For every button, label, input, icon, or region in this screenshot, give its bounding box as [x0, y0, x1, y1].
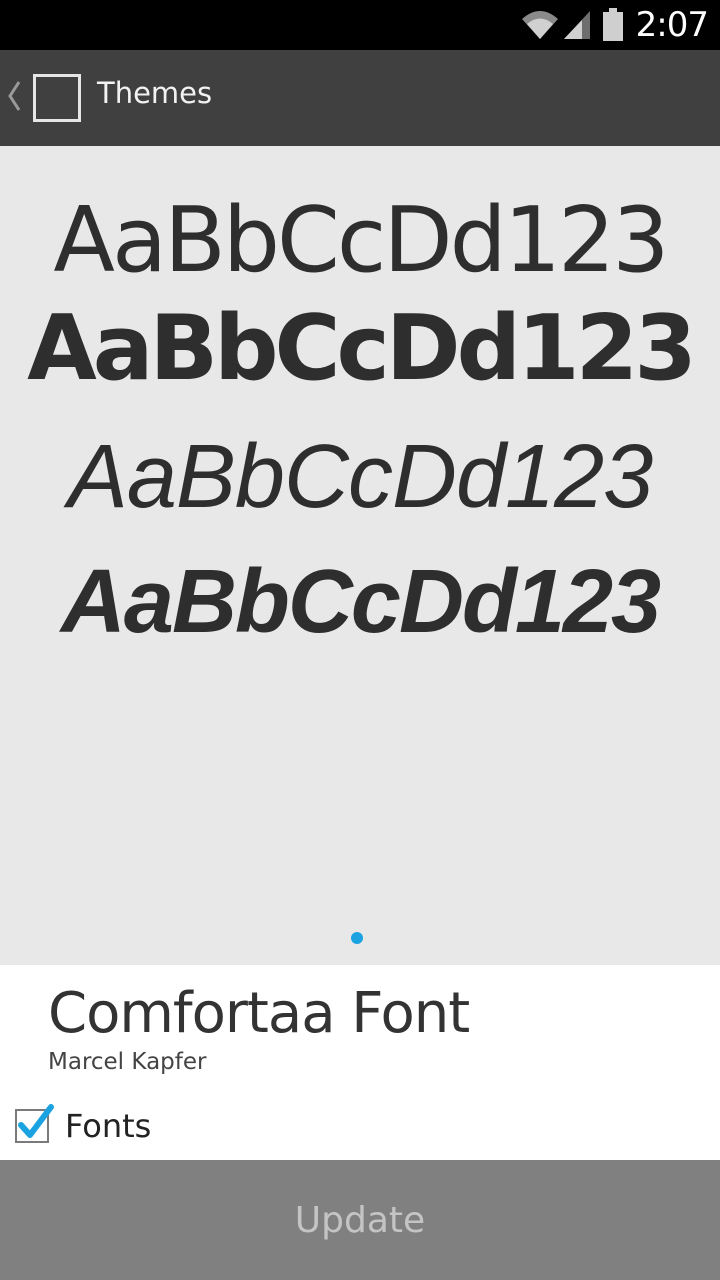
fonts-checkbox[interactable] [15, 1104, 54, 1143]
font-sample-regular: AaBbCcDd123 [53, 188, 669, 293]
battery-icon [602, 8, 624, 42]
theme-info: Comfortaa Font Marcel Kapfer Fonts [0, 965, 720, 1160]
font-sample-italic: AaBbCcDd123 [67, 427, 653, 527]
font-preview[interactable]: AaBbCcDd123 AaBbCcDd123 AaBbCcDd123 AaBb… [0, 146, 720, 965]
checkmark-icon [18, 1104, 54, 1138]
app-icon[interactable] [33, 74, 81, 122]
font-sample-bold-italic: AaBbCcDd123 [60, 552, 661, 652]
status-bar: 2:07 [0, 0, 720, 50]
wifi-icon [520, 9, 560, 41]
theme-author: Marcel Kapfer [48, 1049, 207, 1075]
fonts-checkbox-label: Fonts [65, 1107, 152, 1145]
fonts-checkbox-row[interactable]: Fonts [15, 1104, 152, 1145]
update-bar: Update [0, 1160, 720, 1280]
theme-name: Comfortaa Font [48, 981, 470, 1046]
back-chevron-icon[interactable] [6, 78, 22, 118]
update-button[interactable]: Update [0, 1160, 720, 1280]
status-icons: 2:07 [520, 0, 709, 50]
font-sample-bold: AaBbCcDd123 [27, 296, 697, 401]
page-indicator-dot [351, 932, 363, 944]
action-bar: Themes [0, 50, 720, 146]
signal-icon [562, 9, 592, 41]
page-title[interactable]: Themes [97, 76, 212, 110]
status-time: 2:07 [635, 5, 709, 45]
